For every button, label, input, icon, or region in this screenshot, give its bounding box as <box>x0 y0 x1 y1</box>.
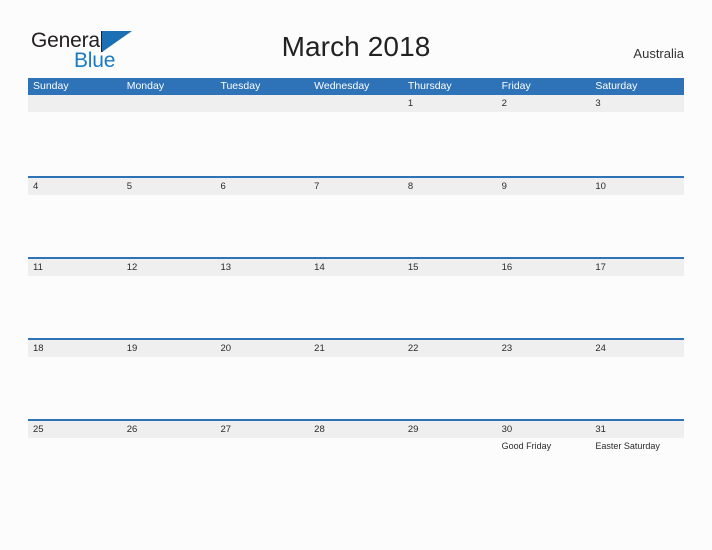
date-number[interactable]: 20 <box>215 340 309 357</box>
week-event-band <box>28 112 684 174</box>
calendar-week-row: 25 26 27 28 29 30 31 Good Friday Easter … <box>28 419 684 500</box>
day-event[interactable] <box>590 195 684 257</box>
day-event[interactable] <box>215 438 309 500</box>
date-number[interactable]: 23 <box>497 340 591 357</box>
day-event[interactable] <box>497 112 591 174</box>
date-number[interactable]: 25 <box>28 421 122 438</box>
date-number[interactable]: 31 <box>590 421 684 438</box>
day-event[interactable] <box>590 276 684 338</box>
day-event[interactable] <box>309 276 403 338</box>
day-header-saturday: Saturday <box>595 80 638 92</box>
day-event[interactable] <box>403 276 497 338</box>
week-event-band: Good Friday Easter Saturday <box>28 438 684 500</box>
calendar-week-row: 11 12 13 14 15 16 17 <box>28 257 684 338</box>
date-number[interactable]: 19 <box>122 340 216 357</box>
date-number[interactable]: 22 <box>403 340 497 357</box>
calendar-page: General Blue March 2018 Australia Sunday… <box>0 0 712 550</box>
date-number[interactable]: 27 <box>215 421 309 438</box>
day-event[interactable] <box>28 276 122 338</box>
date-number[interactable]: 26 <box>122 421 216 438</box>
date-number[interactable]: 9 <box>497 178 591 195</box>
date-number[interactable]: 24 <box>590 340 684 357</box>
date-number[interactable]: 8 <box>403 178 497 195</box>
day-event[interactable] <box>497 357 591 419</box>
date-number[interactable]: 17 <box>590 259 684 276</box>
date-number[interactable]: 13 <box>215 259 309 276</box>
week-event-band <box>28 276 684 338</box>
date-number[interactable] <box>28 95 122 112</box>
date-number[interactable]: 2 <box>497 95 591 112</box>
date-number[interactable]: 10 <box>590 178 684 195</box>
day-event[interactable] <box>215 195 309 257</box>
day-event[interactable] <box>122 112 216 174</box>
day-event[interactable] <box>122 357 216 419</box>
day-event[interactable] <box>122 438 216 500</box>
date-number[interactable]: 29 <box>403 421 497 438</box>
week-event-band <box>28 195 684 257</box>
day-header-wednesday: Wednesday <box>314 80 370 92</box>
date-number[interactable]: 4 <box>28 178 122 195</box>
day-header-friday: Friday <box>501 80 531 92</box>
date-number[interactable]: 15 <box>403 259 497 276</box>
day-event[interactable] <box>403 112 497 174</box>
day-event[interactable]: Easter Saturday <box>590 438 684 500</box>
day-event[interactable] <box>215 112 309 174</box>
day-event[interactable] <box>28 112 122 174</box>
calendar-week-row: 1 2 3 <box>28 95 684 176</box>
date-number[interactable]: 11 <box>28 259 122 276</box>
day-header-sunday: Sunday <box>33 80 69 92</box>
day-event[interactable] <box>215 276 309 338</box>
day-event[interactable] <box>497 276 591 338</box>
day-event[interactable] <box>309 357 403 419</box>
day-event[interactable] <box>215 357 309 419</box>
day-header-monday: Monday <box>126 80 165 92</box>
date-number[interactable] <box>122 95 216 112</box>
day-header-tuesday: Tuesday <box>220 80 261 92</box>
day-event[interactable] <box>403 438 497 500</box>
page-header: General Blue March 2018 Australia <box>0 0 712 76</box>
date-number[interactable]: 12 <box>122 259 216 276</box>
day-event[interactable] <box>403 195 497 257</box>
date-number[interactable] <box>215 95 309 112</box>
calendar-grid: Sunday Monday Tuesday Wednesday Thursday… <box>28 78 684 500</box>
date-number[interactable]: 30 <box>497 421 591 438</box>
date-number[interactable]: 5 <box>122 178 216 195</box>
week-date-band: 11 12 13 14 15 16 17 <box>28 259 684 276</box>
day-event[interactable] <box>590 357 684 419</box>
date-number[interactable]: 3 <box>590 95 684 112</box>
day-of-week-header-row: Sunday Monday Tuesday Wednesday Thursday… <box>28 78 684 95</box>
week-date-band: 4 5 6 7 8 9 10 <box>28 178 684 195</box>
page-title: March 2018 <box>281 31 431 62</box>
day-event[interactable] <box>28 438 122 500</box>
region-label: Australia <box>633 46 684 61</box>
day-event[interactable] <box>309 195 403 257</box>
date-number[interactable]: 16 <box>497 259 591 276</box>
day-event[interactable] <box>28 357 122 419</box>
day-event[interactable] <box>497 195 591 257</box>
date-number[interactable]: 1 <box>403 95 497 112</box>
date-number[interactable]: 7 <box>309 178 403 195</box>
day-event[interactable] <box>309 112 403 174</box>
date-number[interactable]: 6 <box>215 178 309 195</box>
day-event[interactable] <box>309 438 403 500</box>
day-event[interactable] <box>122 195 216 257</box>
week-event-band <box>28 357 684 419</box>
calendar-week-row: 4 5 6 7 8 9 10 <box>28 176 684 257</box>
day-event[interactable] <box>122 276 216 338</box>
date-number[interactable] <box>309 95 403 112</box>
calendar-week-row: 18 19 20 21 22 23 24 <box>28 338 684 419</box>
week-date-band: 18 19 20 21 22 23 24 <box>28 340 684 357</box>
day-header-thursday: Thursday <box>407 80 452 92</box>
date-number[interactable]: 18 <box>28 340 122 357</box>
day-event[interactable] <box>590 112 684 174</box>
day-event[interactable] <box>403 357 497 419</box>
week-date-band: 25 26 27 28 29 30 31 <box>28 421 684 438</box>
date-number[interactable]: 28 <box>309 421 403 438</box>
week-date-band: 1 2 3 <box>28 95 684 112</box>
date-number[interactable]: 14 <box>309 259 403 276</box>
date-number[interactable]: 21 <box>309 340 403 357</box>
day-event[interactable] <box>28 195 122 257</box>
day-event[interactable]: Good Friday <box>497 438 591 500</box>
